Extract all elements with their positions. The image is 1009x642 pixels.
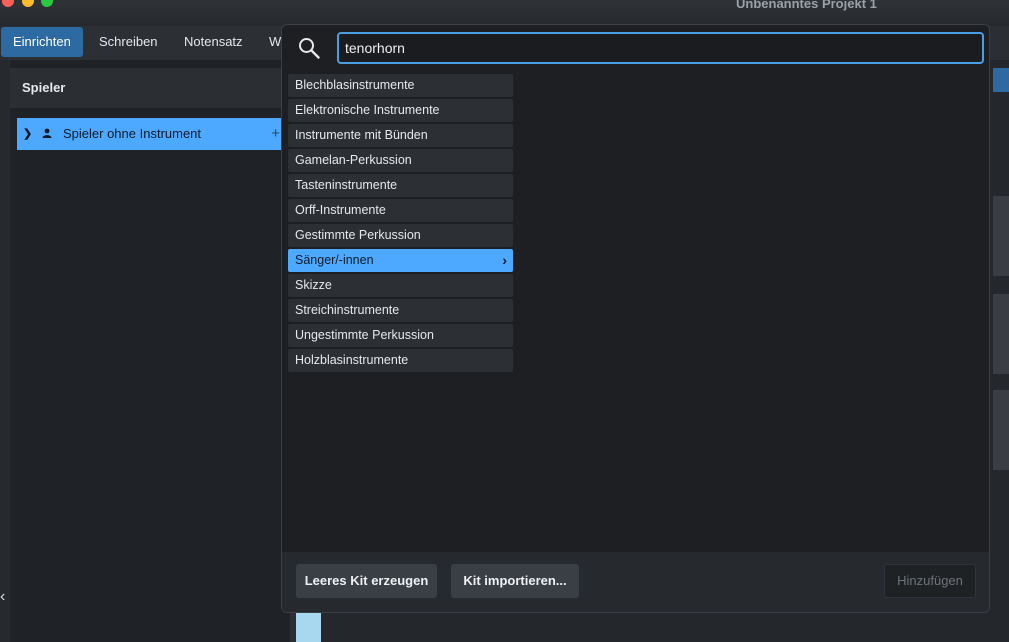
- add-instrument-plus-icon[interactable]: +: [271, 118, 280, 150]
- category-item[interactable]: Gamelan-Perkussion: [288, 149, 513, 172]
- add-button[interactable]: Hinzufügen: [884, 564, 976, 598]
- category-label: Tasteninstrumente: [295, 178, 398, 192]
- category-item[interactable]: Streichinstrumente: [288, 299, 513, 322]
- category-item[interactable]: Tasteninstrumente: [288, 174, 513, 197]
- category-list: Blechblasinstrumente Elektronische Instr…: [288, 74, 513, 374]
- window-minimize-button[interactable]: [22, 0, 34, 7]
- category-label: Holzblasinstrumente: [295, 353, 409, 367]
- category-item[interactable]: Instrumente mit Bünden: [288, 124, 513, 147]
- tab-schreiben[interactable]: Schreiben: [87, 27, 170, 57]
- create-empty-kit-button[interactable]: Leeres Kit erzeugen: [296, 564, 437, 598]
- instrument-search-input[interactable]: [337, 32, 984, 64]
- category-item[interactable]: Elektronische Instrumente: [288, 99, 513, 122]
- category-label: Ungestimmte Perkussion: [295, 328, 434, 342]
- right-edge-block: [993, 294, 1009, 374]
- instrument-picker: Blechblasinstrumente Elektronische Instr…: [281, 24, 990, 613]
- person-icon: [42, 128, 52, 138]
- players-panel: Spieler ❯ Spieler ohne Instrument +: [10, 60, 290, 642]
- category-item[interactable]: Holzblasinstrumente: [288, 349, 513, 372]
- category-label: Gamelan-Perkussion: [295, 153, 412, 167]
- category-label: Orff-Instrumente: [295, 203, 386, 217]
- category-label: Skizze: [295, 278, 332, 292]
- right-edge-block: [993, 390, 1009, 470]
- window-title: Unbenanntes Projekt 1: [736, 0, 877, 11]
- mode-tab-bar: Einrichten Schreiben Notensatz W: [0, 26, 290, 59]
- category-item[interactable]: Ungestimmte Perkussion: [288, 324, 513, 347]
- tab-notensatz[interactable]: Notensatz: [172, 27, 255, 57]
- category-item-selected[interactable]: Sänger/-innen ›: [288, 249, 513, 272]
- category-label: Gestimmte Perkussion: [295, 228, 421, 242]
- category-item[interactable]: Skizze: [288, 274, 513, 297]
- category-label: Sänger/-innen: [295, 253, 374, 267]
- title-bar: Unbenanntes Projekt 1: [0, 0, 1009, 26]
- right-edge-accent: [993, 68, 1009, 92]
- player-row[interactable]: ❯ Spieler ohne Instrument +: [17, 118, 290, 150]
- bottom-highlight: [296, 611, 321, 642]
- players-panel-header: Spieler: [10, 68, 290, 108]
- left-edge-strip: ‹: [0, 60, 10, 642]
- right-edge-block: [993, 196, 1009, 276]
- player-label: Spieler ohne Instrument: [63, 126, 202, 141]
- category-item[interactable]: Orff-Instrumente: [288, 199, 513, 222]
- category-label: Instrumente mit Bünden: [295, 128, 428, 142]
- category-item[interactable]: Blechblasinstrumente: [288, 74, 513, 97]
- category-item[interactable]: Gestimmte Perkussion: [288, 224, 513, 247]
- chevron-down-icon[interactable]: ❯: [23, 118, 32, 150]
- picker-footer: Leeres Kit erzeugen Kit importieren... H…: [282, 552, 989, 612]
- import-kit-button[interactable]: Kit importieren...: [451, 564, 579, 598]
- chevron-right-icon: ›: [502, 252, 507, 268]
- tab-einrichten[interactable]: Einrichten: [1, 27, 83, 57]
- window-maximize-button[interactable]: [41, 0, 53, 7]
- collapse-left-arrow-icon[interactable]: ‹: [0, 589, 5, 605]
- search-icon: [299, 38, 320, 59]
- category-label: Blechblasinstrumente: [295, 78, 415, 92]
- category-label: Streichinstrumente: [295, 303, 400, 317]
- window-close-button[interactable]: [2, 0, 14, 7]
- category-label: Elektronische Instrumente: [295, 103, 440, 117]
